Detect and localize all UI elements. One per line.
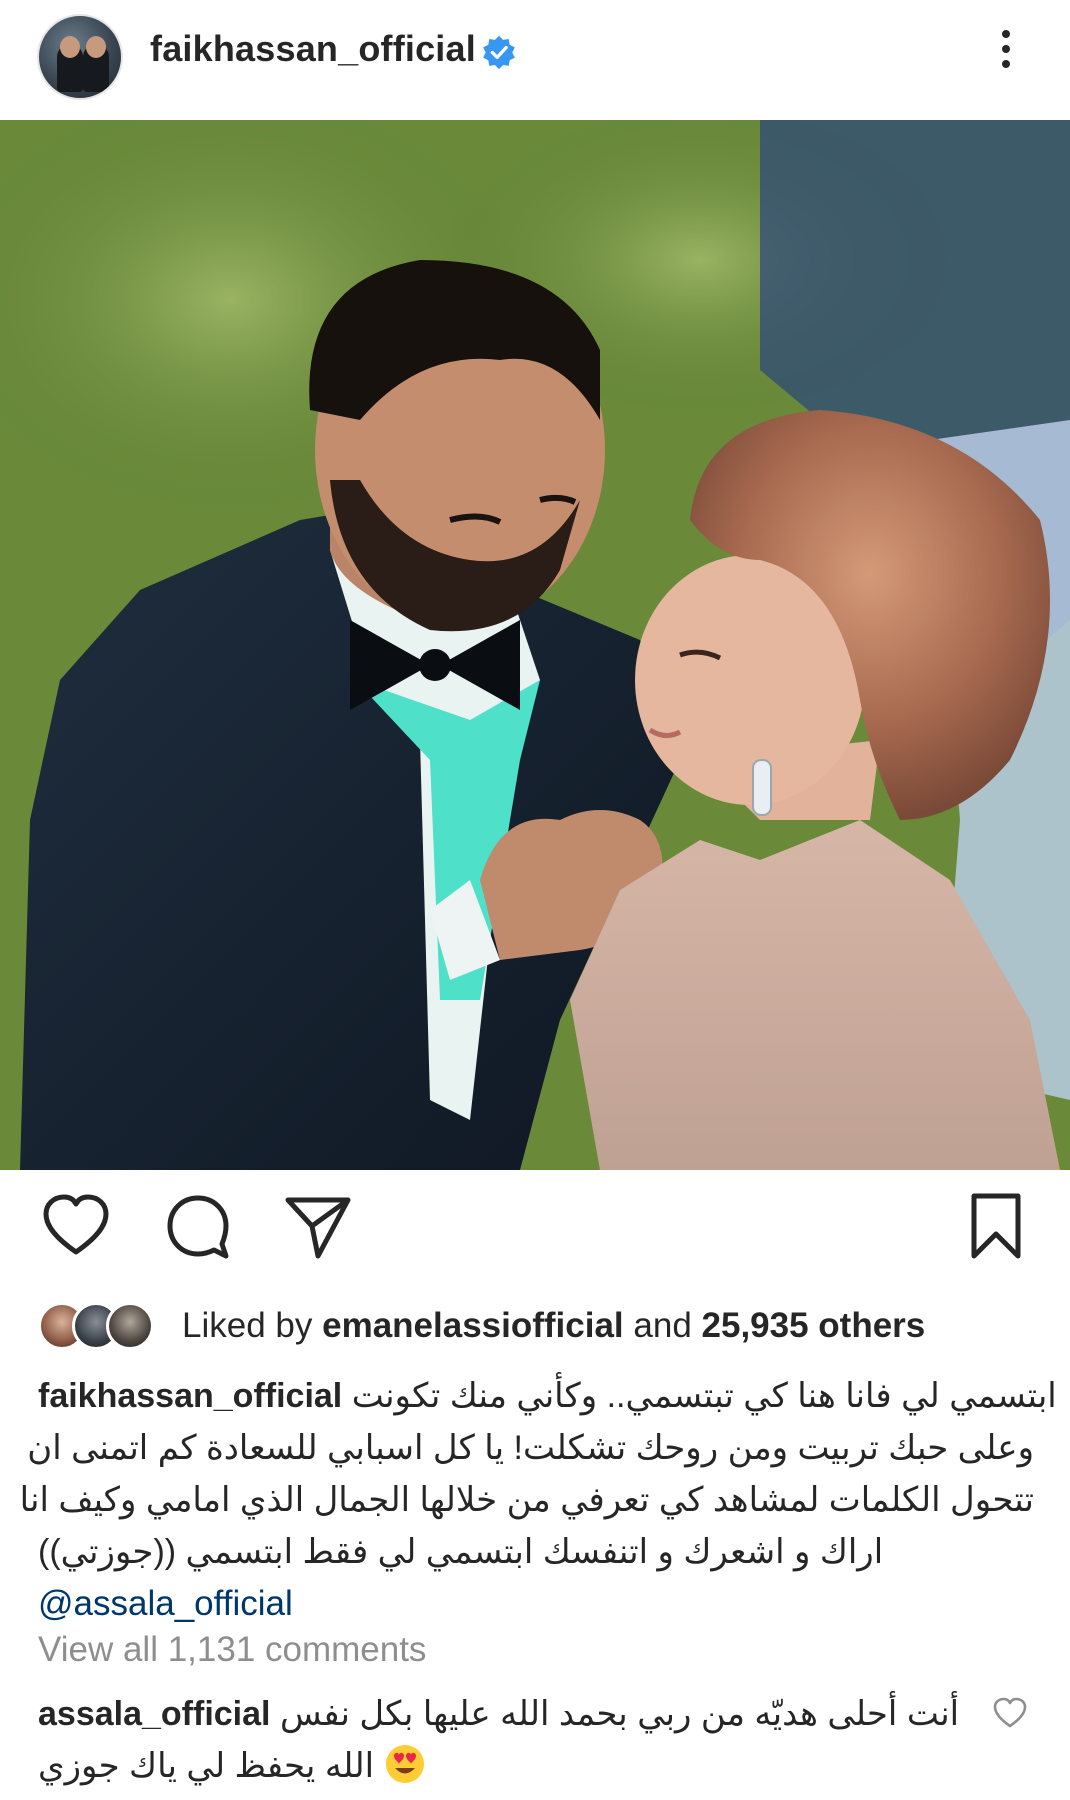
- likes-joiner: and: [633, 1306, 692, 1345]
- more-vertical-icon[interactable]: [996, 26, 1016, 76]
- likes-count[interactable]: 25,935 others: [702, 1306, 926, 1345]
- caption-text: اراك و اشعرك و اتنفسك ابتسمي لي فقط ابتس…: [38, 1533, 884, 1571]
- comment-line: الله يحفظ لي ياك جوزي: [38, 1740, 958, 1792]
- comment-item: assala_official أنت أحلى هديّه من ربي بح…: [38, 1688, 960, 1792]
- share-icon[interactable]: [282, 1190, 354, 1262]
- verified-badge-icon: [483, 35, 515, 70]
- post-header: faikhassan_official: [0, 0, 1070, 120]
- comment-text: أنت أحلى هديّه من ربي بحمد الله عليها بك…: [279, 1695, 960, 1733]
- heart-eyes-emoji: [385, 1745, 424, 1783]
- heart-icon[interactable]: [40, 1190, 112, 1262]
- comment-line: assala_official أنت أحلى هديّه من ربي بح…: [38, 1688, 960, 1740]
- view-all-comments-link[interactable]: View all 1,131 comments: [38, 1630, 426, 1670]
- caption-username[interactable]: faikhassan_official: [38, 1377, 342, 1415]
- caption-text: ابتسمي لي فانا هنا كي تبتسمي.. وكأني منك…: [351, 1377, 1057, 1415]
- couple-portrait: [0, 120, 1070, 1170]
- post-photo[interactable]: [0, 120, 1070, 1170]
- profile-avatar[interactable]: [37, 14, 123, 100]
- comment-like-heart-icon[interactable]: [992, 1696, 1028, 1730]
- likes-text: Liked by emanelassiofficial and 25,935 o…: [182, 1306, 925, 1346]
- liker-avatars: [38, 1300, 188, 1352]
- caption-mention[interactable]: @assala_official: [38, 1578, 1034, 1630]
- post-caption: faikhassan_official ابتسمي لي فانا هنا ك…: [19, 1370, 1057, 1630]
- bookmark-icon[interactable]: [960, 1190, 1032, 1262]
- liker-avatar: [106, 1302, 154, 1350]
- comment-text: الله يحفظ لي ياك جوزي: [38, 1747, 375, 1785]
- caption-text: وعلى حبك تربيت ومن روحك تشكلت! يا كل اسب…: [27, 1429, 1034, 1467]
- caption-text: تتحول الكلمات لمشاهد كي تعرفي من خلالها …: [19, 1481, 1034, 1519]
- liker-username[interactable]: emanelassiofficial: [322, 1306, 624, 1345]
- likes-prefix: Liked by: [182, 1306, 313, 1345]
- caption-line: faikhassan_official ابتسمي لي فانا هنا ك…: [38, 1370, 1057, 1422]
- post-actions: [0, 1190, 1070, 1280]
- likes-row[interactable]: Liked by emanelassiofficial and 25,935 o…: [38, 1296, 1038, 1356]
- comment-username[interactable]: assala_official: [38, 1695, 270, 1733]
- comment-icon[interactable]: [162, 1190, 234, 1262]
- post-username[interactable]: faikhassan_official: [150, 28, 476, 70]
